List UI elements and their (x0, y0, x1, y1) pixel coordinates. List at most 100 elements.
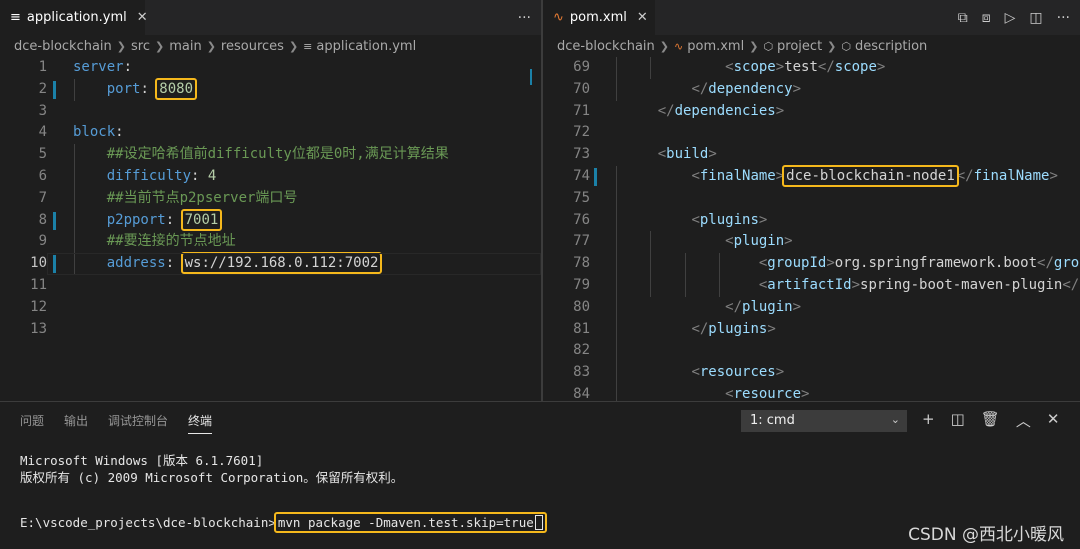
split-terminal-icon[interactable]: ◫ (951, 410, 965, 431)
chevron-up-icon[interactable]: ︿ (1016, 410, 1031, 431)
xml-tag: plugin (733, 233, 785, 250)
line-text: ##设定哈希值前difficulty位都是0时,满足计算结果 (47, 144, 449, 166)
line-number: 7 (38, 189, 47, 206)
line-number: 76 (573, 211, 590, 228)
line-text: ##当前节点p2pserver端口号 (47, 188, 298, 210)
line-number: 71 (573, 102, 590, 119)
line-number: 79 (573, 276, 590, 293)
line-number: 77 (573, 233, 590, 250)
more-actions-icon[interactable]: ··· (1057, 10, 1070, 26)
code-editor[interactable]: 69 <scope>test</scope> 70 </dependency> 71… (543, 57, 1080, 401)
code-line: 6 difficulty: 4 (0, 166, 541, 188)
code-editor[interactable]: 1 server: 2 port: 8080 3 4 block: 5 ##设定哈希值前di… (0, 57, 541, 340)
line-text: block: (47, 122, 124, 144)
breadcrumb-item[interactable]: dce-blockchain (557, 39, 655, 54)
line-number: 2 (38, 80, 47, 97)
xml-bracket: > (1049, 167, 1058, 184)
run-icon[interactable]: ▷ (1005, 10, 1016, 26)
line-text (590, 188, 624, 210)
indent-guide (685, 253, 686, 297)
terminal-select[interactable]: 1: cmd ⌄ (741, 410, 907, 432)
tab-output[interactable]: 输出 (64, 412, 88, 434)
tab-debug-console[interactable]: 调试控制台 (108, 412, 168, 434)
xml-tag: resource (733, 385, 802, 401)
terminal-prompt: E:\vscode_projects\dce-blockchain> (20, 515, 276, 530)
trash-icon[interactable]: 🗑 (981, 410, 1000, 431)
breadcrumb-item[interactable]: description (855, 39, 927, 54)
xml-tag: dependency (708, 80, 793, 97)
code-line: 84 <resource> (543, 384, 1080, 401)
modified-line-marker (53, 80, 56, 99)
breadcrumb-item[interactable]: pom.xml (687, 39, 744, 54)
xml-bracket: > (826, 255, 835, 272)
breadcrumb-item[interactable]: project (777, 39, 822, 54)
code-line: 5 ##设定哈希值前difficulty位都是0时,满足计算结果 (0, 144, 541, 166)
current-line-highlight (47, 253, 541, 275)
xml-bracket: > (767, 320, 776, 337)
yaml-colon: : (165, 211, 183, 228)
line-text (47, 319, 73, 341)
indent-guide (616, 57, 617, 101)
open-changes-icon[interactable]: ⧉ (958, 10, 968, 26)
xml-bracket: < (725, 59, 734, 75)
chevron-right-icon: ❯ (116, 39, 127, 53)
add-terminal-icon[interactable]: + (922, 410, 935, 431)
breadcrumb-item[interactable]: dce-blockchain (14, 39, 112, 54)
xml-bracket: </ (691, 80, 709, 97)
chevron-right-icon: ❯ (659, 39, 670, 53)
xml-tag: finalName (973, 167, 1050, 184)
close-icon[interactable]: ✕ (1047, 410, 1060, 431)
line-number: 78 (573, 255, 590, 272)
code-line: 2 port: 8080 (0, 77, 541, 101)
tab-pom-xml[interactable]: ∿ pom.xml ✕ (543, 0, 655, 35)
compare-icon[interactable]: ⧈ (982, 10, 991, 26)
xml-bracket: </ (817, 59, 835, 75)
code-line: 79 <artifactId>spring-boot-maven-plugin<… (543, 275, 1080, 297)
code-line: 71 </dependencies> (543, 101, 1080, 123)
code-line: 78 <groupId>org.springframework.boot</gr… (543, 253, 1080, 275)
breadcrumb-item[interactable]: main (169, 39, 201, 54)
scrollbar[interactable] (527, 57, 541, 401)
xml-bracket: > (792, 298, 802, 315)
breadcrumb-item[interactable]: application.yml (316, 39, 416, 54)
tab-application-yml[interactable]: ≡ application.yml ✕ (0, 0, 148, 35)
line-text (590, 122, 624, 144)
symbol-icon: ⬡ (841, 39, 851, 53)
line-text: difficulty: 4 (47, 166, 217, 188)
breadcrumb-item[interactable]: src (131, 39, 150, 54)
line-number: 80 (573, 298, 590, 315)
breadcrumb-item[interactable]: resources (221, 39, 284, 54)
line-text (47, 101, 73, 123)
tab-terminal[interactable]: 终端 (188, 412, 213, 434)
xml-bracket: > (775, 59, 785, 75)
xml-bracket: > (792, 80, 802, 97)
xml-tag: dependencies (674, 102, 776, 119)
xml-text: spring-boot-maven-plugin (860, 276, 1063, 293)
xml-tag: plugin (742, 298, 793, 315)
split-editor-icon[interactable]: ◫ (1029, 10, 1042, 26)
bottom-panel: 问题 输出 调试控制台 终端 1: cmd ⌄ + ◫ 🗑 ︿ ✕ Micros… (0, 401, 1080, 549)
line-number: 69 (573, 59, 590, 75)
terminal-command: mvn package -Dmaven.test.skip=true (273, 512, 547, 533)
code-line: 73 <build> (543, 144, 1080, 166)
xml-tag: groupId (1053, 255, 1080, 272)
close-icon[interactable]: ✕ (137, 10, 148, 25)
line-number: 72 (573, 124, 590, 141)
terminal-output[interactable]: Microsoft Windows [版本 6.1.7601] 版权所有 (c) … (20, 452, 547, 533)
xml-tag: scope (834, 59, 877, 75)
line-text: <finalName> dce-blockchain-node1 </finalNa… (590, 164, 1058, 188)
xml-tag: scope (733, 59, 776, 75)
more-actions-icon[interactable]: ··· (518, 10, 531, 26)
xml-bracket: < (725, 385, 734, 401)
xml-bracket: </ (691, 320, 709, 337)
line-text: ##要连接的节点地址 (47, 231, 236, 253)
tab-problems[interactable]: 问题 (20, 412, 44, 434)
line-text: <plugin> (590, 231, 792, 253)
yaml-file-icon: ≡ (303, 39, 313, 53)
close-icon[interactable]: ✕ (637, 10, 648, 25)
code-line: 70 </dependency> (543, 79, 1080, 101)
yaml-comment: ##当前节点p2pserver端口号 (106, 189, 298, 206)
line-number: 82 (573, 342, 590, 359)
xml-text: dce-blockchain-node1 (782, 164, 959, 187)
